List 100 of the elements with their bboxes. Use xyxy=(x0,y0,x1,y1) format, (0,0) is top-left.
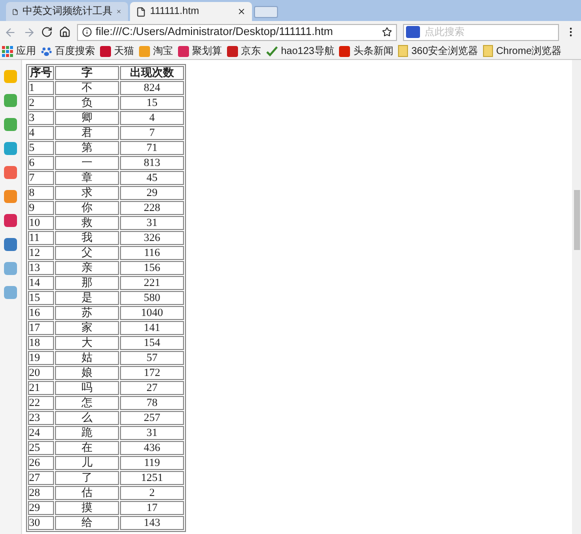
table-cell: 15 xyxy=(28,291,54,305)
table-cell: 是 xyxy=(55,291,119,305)
browser-tab[interactable]: 111111.htm xyxy=(130,2,252,21)
table-cell: 给 xyxy=(55,516,119,530)
table-cell: 你 xyxy=(55,201,119,215)
table-cell: 9 xyxy=(28,201,54,215)
table-cell: 30 xyxy=(28,516,54,530)
table-cell: 君 xyxy=(55,126,119,140)
table-cell: 2 xyxy=(120,486,184,500)
table-cell: 824 xyxy=(120,81,184,95)
table-cell: 14 xyxy=(28,276,54,290)
table-cell: 1 xyxy=(28,81,54,95)
browser-tab[interactable]: 中英文词频统计工具 xyxy=(6,2,128,21)
table-cell: 71 xyxy=(120,141,184,155)
table-cell: 26 xyxy=(28,456,54,470)
forward-icon[interactable] xyxy=(22,26,36,38)
table-cell: 141 xyxy=(120,321,184,335)
table-cell: 326 xyxy=(120,231,184,245)
table-cell: 第 xyxy=(55,141,119,155)
home-icon[interactable] xyxy=(58,26,71,38)
table-cell: 卿 xyxy=(55,111,119,125)
table-cell: 救 xyxy=(55,216,119,230)
table-cell: 5 xyxy=(28,141,54,155)
back-icon[interactable] xyxy=(4,26,17,38)
table-cell: 27 xyxy=(28,471,54,485)
table-cell: 吗 xyxy=(55,381,119,395)
table-cell: 143 xyxy=(120,516,184,530)
table-cell: 负 xyxy=(55,96,119,110)
sidebar-app-icon[interactable] xyxy=(4,118,17,131)
table-cell: 436 xyxy=(120,441,184,455)
table-cell: 10 xyxy=(28,216,54,230)
sidebar-app-icon[interactable] xyxy=(4,214,17,227)
table-cell: 家 xyxy=(55,321,119,335)
table-cell: 24 xyxy=(28,426,54,440)
column-header: 序号 xyxy=(28,66,54,80)
table-cell: 3 xyxy=(28,111,54,125)
bookmark-link[interactable]: 聚划算 xyxy=(192,44,222,58)
bookmark-link[interactable]: 百度搜索 xyxy=(55,44,95,58)
bookmark-link[interactable]: 360安全浏览器 xyxy=(411,44,478,58)
bookmark-link[interactable]: hao123导航 xyxy=(281,44,334,58)
sidebar-app-icon[interactable] xyxy=(4,286,17,299)
table-cell: 25 xyxy=(28,441,54,455)
table-cell: 21 xyxy=(28,381,54,395)
bookmark-link[interactable]: 应用 xyxy=(16,44,36,58)
table-cell: 1040 xyxy=(120,306,184,320)
table-cell: 4 xyxy=(28,126,54,140)
table-cell: 姑 xyxy=(55,351,119,365)
table-cell: 57 xyxy=(120,351,184,365)
table-cell: 求 xyxy=(55,186,119,200)
table-cell: 19 xyxy=(28,351,54,365)
table-cell: 章 xyxy=(55,171,119,185)
bookmark-link[interactable]: Chrome浏览器 xyxy=(496,44,562,58)
table-cell: 父 xyxy=(55,246,119,260)
table-cell: 8 xyxy=(28,186,54,200)
table-cell: 29 xyxy=(28,501,54,515)
table-cell: 6 xyxy=(28,156,54,170)
bookmark-link[interactable]: 天猫 xyxy=(114,44,134,58)
tab-title: 中英文词频统计工具 xyxy=(22,4,112,19)
table-cell: 31 xyxy=(120,426,184,440)
table-cell: 在 xyxy=(55,441,119,455)
table-cell: 苏 xyxy=(55,306,119,320)
sidebar-app-icon[interactable] xyxy=(4,166,17,179)
sidebar-app-icon[interactable] xyxy=(4,262,17,275)
sidebar-app-icon[interactable] xyxy=(4,190,17,203)
table-cell: 23 xyxy=(28,411,54,425)
table-cell: 亲 xyxy=(55,261,119,275)
reload-icon[interactable] xyxy=(41,26,53,38)
search-input[interactable]: 点此搜索 xyxy=(424,24,556,40)
table-cell: 580 xyxy=(120,291,184,305)
table-cell: 156 xyxy=(120,261,184,275)
table-cell: 1251 xyxy=(120,471,184,485)
table-cell: 11 xyxy=(28,231,54,245)
bookmark-link[interactable]: 头条新闻 xyxy=(353,44,394,58)
bookmark-star-icon[interactable] xyxy=(382,27,392,37)
sidebar-app-icon[interactable] xyxy=(4,238,17,251)
new-tab-button[interactable] xyxy=(254,6,278,18)
table-cell: 儿 xyxy=(55,456,119,470)
address-bar[interactable]: file:///C:/Users/Administrator/Desktop/111111.htm xyxy=(76,24,398,40)
table-cell: 不 xyxy=(55,81,119,95)
table-cell: 12 xyxy=(28,246,54,260)
bookmark-link[interactable]: 京东 xyxy=(241,44,261,58)
table-cell: 摸 xyxy=(55,501,119,515)
table-cell: 27 xyxy=(120,381,184,395)
search-box[interactable]: 点此搜索 xyxy=(403,24,560,40)
table-cell: 估 xyxy=(55,486,119,500)
sidebar-app-icon[interactable] xyxy=(4,142,17,155)
page-icon xyxy=(136,6,146,16)
bookmark-link[interactable]: 淘宝 xyxy=(153,44,173,58)
table-cell: 我 xyxy=(55,231,119,245)
table-cell: 17 xyxy=(28,321,54,335)
table-cell: 13 xyxy=(28,261,54,275)
table-cell: 17 xyxy=(120,501,184,515)
table-cell: 么 xyxy=(55,411,119,425)
sidebar-app-icon[interactable] xyxy=(4,94,17,107)
table-cell: 78 xyxy=(120,396,184,410)
page-icon xyxy=(12,6,18,16)
table-cell: 228 xyxy=(120,201,184,215)
table-cell: 18 xyxy=(28,336,54,350)
table-cell: 257 xyxy=(120,411,184,425)
close-icon[interactable] xyxy=(237,7,246,16)
